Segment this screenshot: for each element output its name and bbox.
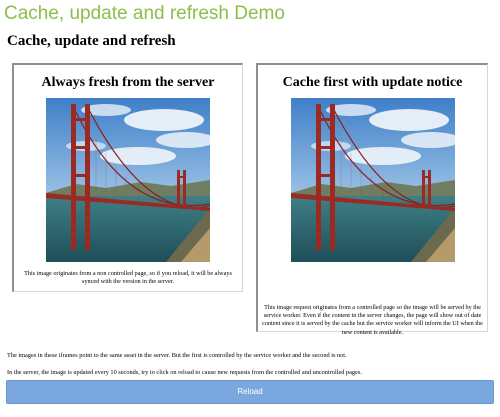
app-title: Cache, update and refresh Demo	[4, 3, 285, 24]
golden-gate-bridge-photo	[291, 98, 455, 262]
cache-first-iframe[interactable]: Cache first with update notice This imag…	[256, 63, 488, 336]
frame-caption: This image request originates from a con…	[262, 304, 483, 336]
reload-button[interactable]: Reload	[6, 380, 494, 404]
page-heading: Cache, update and refresh	[7, 33, 176, 49]
iframes-note: The images in these iframes point to the…	[7, 352, 347, 359]
frame-title: Always fresh from the server	[41, 75, 215, 90]
frame-caption: This image originates from a non control…	[24, 270, 232, 286]
frame-title: Cache first with update notice	[282, 75, 463, 90]
always-fresh-iframe[interactable]: Always fresh from the server This image …	[12, 63, 243, 292]
update-note: In the server, the image is updated ever…	[7, 369, 362, 376]
golden-gate-bridge-photo	[46, 98, 210, 262]
